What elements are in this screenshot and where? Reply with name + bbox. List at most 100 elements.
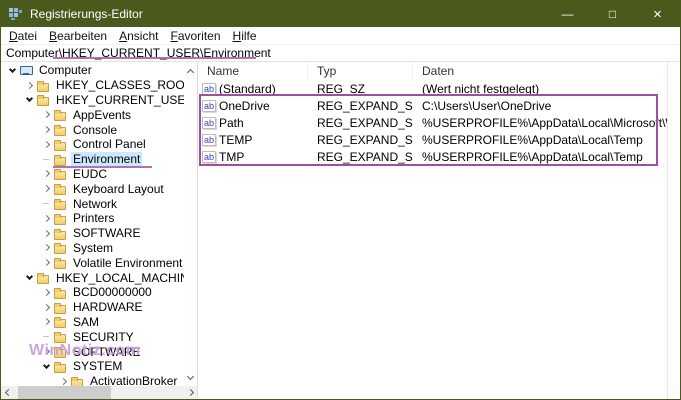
value-data: C:\Users\User\OneDrive <box>413 99 667 113</box>
tree-vertical-scrollbar[interactable] <box>184 62 197 386</box>
tree-item-label: AppEvents <box>71 108 133 122</box>
menu-bar: DateiBearbeitenAnsichtFavoritenHilfe <box>1 27 680 44</box>
folder-icon <box>53 123 67 136</box>
tree-item-eudc[interactable]: EUDC <box>1 167 184 182</box>
string-value-icon: ab <box>202 134 216 146</box>
value-type: REG_EXPAND_SZ <box>308 99 413 113</box>
chevron-icon[interactable] <box>5 63 19 77</box>
chevron-icon[interactable] <box>39 167 53 181</box>
folder-icon <box>53 227 67 240</box>
registry-value-row[interactable]: ab Path REG_EXPAND_SZ %USERPROFILE%\AppD… <box>198 114 667 131</box>
folder-icon <box>53 138 67 151</box>
address-bar[interactable]: Computer\HKEY_CURRENT_USER\Environment <box>1 44 680 62</box>
chevron-icon[interactable] <box>39 211 53 225</box>
tree-item-control-panel[interactable]: Control Panel <box>1 137 184 152</box>
chevron-icon[interactable] <box>39 226 53 240</box>
minimize-button[interactable]: — <box>545 1 590 27</box>
column-header-typ[interactable]: Typ <box>308 62 413 80</box>
chevron-icon[interactable] <box>39 359 53 373</box>
registry-value-row[interactable]: ab TMP REG_EXPAND_SZ %USERPROFILE%\AppDa… <box>198 148 667 165</box>
chevron-icon[interactable] <box>39 152 53 166</box>
value-type: REG_EXPAND_SZ <box>308 133 413 147</box>
string-value-icon: ab <box>202 117 216 129</box>
tree-horizontal-scrollbar[interactable] <box>1 386 198 399</box>
menu-ansicht[interactable]: Ansicht <box>113 29 164 43</box>
tree-item-hkey-local-machine[interactable]: HKEY_LOCAL_MACHINE <box>1 270 184 285</box>
chevron-icon[interactable] <box>39 123 53 137</box>
chevron-icon[interactable] <box>39 182 53 196</box>
tree-item-software[interactable]: SOFTWARE <box>1 344 184 359</box>
folder-icon <box>53 360 67 373</box>
folder-icon <box>53 241 67 254</box>
scroll-down-icon[interactable] <box>184 371 197 384</box>
tree-item-hkey-current-user[interactable]: HKEY_CURRENT_USER <box>1 93 184 108</box>
menu-datei[interactable]: Datei <box>3 29 43 43</box>
chevron-icon[interactable] <box>39 108 53 122</box>
list-vertical-scrollbar[interactable] <box>667 62 680 399</box>
column-header-daten[interactable]: Daten <box>413 62 680 80</box>
tree-item-console[interactable]: Console <box>1 122 184 137</box>
tree-item-label: HKEY_CLASSES_ROOT <box>54 78 194 92</box>
tree-item-software[interactable]: SOFTWARE <box>1 226 184 241</box>
string-value-icon: ab <box>202 83 216 95</box>
tree-item-system[interactable]: SYSTEM <box>1 359 184 374</box>
regedit-app-icon <box>9 7 23 21</box>
tree-item-volatile-environment[interactable]: Volatile Environment <box>1 255 184 270</box>
menu-favoriten[interactable]: Favoriten <box>164 29 226 43</box>
menu-bearbeiten[interactable]: Bearbeiten <box>43 29 113 43</box>
tree-item-system[interactable]: System <box>1 241 184 256</box>
value-data: (Wert nicht festgelegt) <box>413 82 667 96</box>
chevron-icon[interactable] <box>22 93 36 107</box>
scroll-right-icon[interactable] <box>185 386 198 399</box>
registry-editor-window: Registrierungs-Editor — □ × DateiBearbei… <box>0 0 681 400</box>
tree-item-printers[interactable]: Printers <box>1 211 184 226</box>
close-button[interactable]: × <box>635 1 680 27</box>
tree-item-appevents[interactable]: AppEvents <box>1 107 184 122</box>
string-value-icon: ab <box>202 151 216 163</box>
scroll-up-icon[interactable] <box>184 64 197 77</box>
folder-icon <box>36 79 50 92</box>
scrollbar-track[interactable] <box>14 386 185 399</box>
maximize-button[interactable]: □ <box>590 1 635 27</box>
tree-item-keyboard-layout[interactable]: Keyboard Layout <box>1 181 184 196</box>
folder-icon <box>53 182 67 195</box>
tree-item-environment[interactable]: Environment <box>1 152 184 167</box>
folder-icon <box>53 330 67 343</box>
tree-item-label: HKEY_CURRENT_USER <box>54 93 196 107</box>
address-path[interactable]: Computer\HKEY_CURRENT_USER\Environment <box>6 46 271 60</box>
folder-icon <box>53 167 67 180</box>
chevron-icon[interactable] <box>39 285 53 299</box>
tree-item-bcd00000000[interactable]: BCD00000000 <box>1 285 184 300</box>
registry-values-panel: Name Typ Daten ab (Standard) REG_SZ (Wer… <box>198 62 680 399</box>
tree-item-hardware[interactable]: HARDWARE <box>1 300 184 315</box>
tree-item-label: Keyboard Layout <box>71 182 166 196</box>
registry-value-row[interactable]: ab (Standard) REG_SZ (Wert nicht festgel… <box>198 80 667 97</box>
chevron-icon[interactable] <box>39 197 53 211</box>
registry-value-row[interactable]: ab OneDrive REG_EXPAND_SZ C:\Users\User\… <box>198 97 667 114</box>
tree-item-computer[interactable]: Computer <box>1 63 184 78</box>
value-name: Path <box>219 116 244 130</box>
chevron-icon[interactable] <box>39 137 53 151</box>
tree-item-network[interactable]: Network <box>1 196 184 211</box>
chevron-icon[interactable] <box>39 300 53 314</box>
tree-item-label: HARDWARE <box>71 300 145 314</box>
chevron-icon[interactable] <box>39 345 53 359</box>
column-header-name[interactable]: Name <box>198 62 308 80</box>
chevron-icon[interactable] <box>39 330 53 344</box>
registry-value-row[interactable]: ab TEMP REG_EXPAND_SZ %USERPROFILE%\AppD… <box>198 131 667 148</box>
chevron-icon[interactable] <box>39 256 53 270</box>
scrollbar-thumb[interactable] <box>18 386 111 399</box>
chevron-icon[interactable] <box>22 271 36 285</box>
chevron-icon[interactable] <box>39 315 53 329</box>
folder-icon <box>36 271 50 284</box>
tree-item-hkey-classes-root[interactable]: HKEY_CLASSES_ROOT <box>1 78 184 93</box>
tree-item-label: Computer <box>37 63 94 77</box>
tree-item-label: SYSTEM <box>71 359 124 373</box>
chevron-icon[interactable] <box>22 78 36 92</box>
tree-item-security[interactable]: SECURITY <box>1 329 184 344</box>
menu-hilfe[interactable]: Hilfe <box>227 29 263 43</box>
tree-item-sam[interactable]: SAM <box>1 315 184 330</box>
tree-item-label: Console <box>71 123 119 137</box>
chevron-icon[interactable] <box>39 241 53 255</box>
scroll-left-icon[interactable] <box>1 386 14 399</box>
